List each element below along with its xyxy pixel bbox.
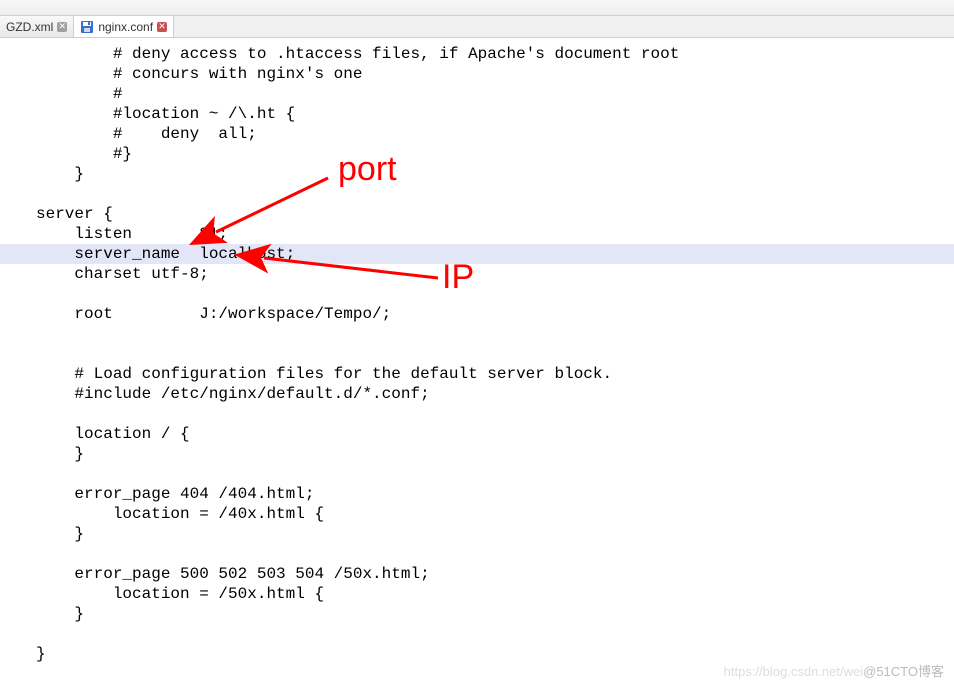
code-line[interactable] <box>0 624 954 644</box>
code-line[interactable]: # deny all; <box>0 124 954 144</box>
code-line[interactable] <box>0 284 954 304</box>
save-icon <box>80 20 94 34</box>
watermark-brand: @51CTO博客 <box>863 664 944 679</box>
code-line[interactable]: root J:/workspace/Tempo/; <box>0 304 954 324</box>
code-line[interactable]: #} <box>0 144 954 164</box>
tab-label: nginx.conf <box>98 20 153 34</box>
code-line[interactable]: # Load configuration files for the defau… <box>0 364 954 384</box>
code-line[interactable]: server { <box>0 204 954 224</box>
code-line[interactable]: location / { <box>0 424 954 444</box>
code-line[interactable]: error_page 500 502 503 504 /50x.html; <box>0 564 954 584</box>
code-line[interactable] <box>0 404 954 424</box>
tab-nginx-conf[interactable]: nginx.conf ✕ <box>74 16 174 37</box>
code-line[interactable]: # <box>0 84 954 104</box>
code-line[interactable] <box>0 344 954 364</box>
code-line[interactable]: error_page 404 /404.html; <box>0 484 954 504</box>
code-line[interactable]: location = /50x.html { <box>0 584 954 604</box>
code-editor[interactable]: # deny access to .htaccess files, if Apa… <box>0 38 954 664</box>
code-line[interactable] <box>0 544 954 564</box>
watermark: https://blog.csdn.net/wei@51CTO博客 <box>724 661 944 680</box>
code-line[interactable]: # deny access to .htaccess files, if Apa… <box>0 44 954 64</box>
code-line[interactable]: listen 81; <box>0 224 954 244</box>
tab-label: GZD.xml <box>6 20 53 34</box>
code-line[interactable] <box>0 184 954 204</box>
code-line[interactable]: } <box>0 604 954 624</box>
tab-bar: GZD.xml ✕ nginx.conf ✕ <box>0 16 954 38</box>
code-line[interactable]: location = /40x.html { <box>0 504 954 524</box>
close-icon[interactable]: ✕ <box>57 22 67 32</box>
code-line[interactable] <box>0 324 954 344</box>
code-line[interactable]: #include /etc/nginx/default.d/*.conf; <box>0 384 954 404</box>
code-line[interactable]: } <box>0 524 954 544</box>
watermark-url: https://blog.csdn.net/wei <box>724 664 863 679</box>
code-line[interactable]: #location ~ /\.ht { <box>0 104 954 124</box>
code-line[interactable]: } <box>0 444 954 464</box>
code-line[interactable]: charset utf-8; <box>0 264 954 284</box>
code-line[interactable] <box>0 464 954 484</box>
code-line[interactable]: } <box>0 164 954 184</box>
code-line[interactable]: # concurs with nginx's one <box>0 64 954 84</box>
close-icon[interactable]: ✕ <box>157 22 167 32</box>
toolbar-area <box>0 0 954 16</box>
tab-gzd-xml[interactable]: GZD.xml ✕ <box>0 16 74 37</box>
code-line[interactable]: server_name localhost; <box>0 244 954 264</box>
